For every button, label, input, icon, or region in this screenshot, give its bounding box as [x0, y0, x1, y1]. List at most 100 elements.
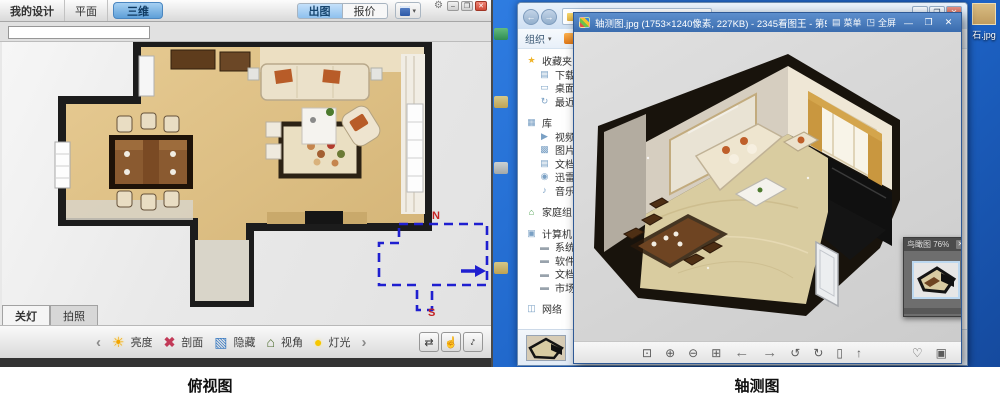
- desktop-icon[interactable]: [494, 162, 508, 174]
- desktop-icon[interactable]: [494, 262, 508, 274]
- tab-plan[interactable]: 平面: [65, 0, 108, 21]
- folder-icon: ▤: [539, 69, 550, 80]
- dining-chair: [141, 194, 156, 210]
- floorplan-viewport[interactable]: N S: [2, 42, 491, 325]
- section-tool[interactable]: ✖ 剖面: [164, 334, 204, 351]
- screenshot-icon[interactable]: ▣: [936, 346, 947, 360]
- fit-icon[interactable]: ⊡: [642, 346, 652, 360]
- quote-button[interactable]: 报价: [343, 3, 388, 19]
- designer-bottom-tabs: 关灯 拍照: [2, 305, 98, 325]
- red-x-icon: ✖: [164, 334, 176, 351]
- scroll-right-icon[interactable]: ›: [361, 334, 366, 351]
- gear-icon[interactable]: ⚙: [434, 0, 443, 11]
- search-input[interactable]: [8, 26, 150, 39]
- navigator-thumbnail-art: [914, 263, 958, 297]
- orbit-icon[interactable]: ⇄: [419, 332, 439, 352]
- minimize-button[interactable]: –: [447, 1, 459, 11]
- maximize-button[interactable]: ❐: [921, 17, 936, 28]
- scroll-left-icon[interactable]: ‹: [96, 334, 101, 351]
- navigator-thumbnail[interactable]: [912, 261, 960, 299]
- dining-chair: [117, 191, 132, 207]
- upload-icon[interactable]: ↑: [856, 346, 862, 360]
- designer-footer-strip: [0, 358, 491, 367]
- tab-lights-off[interactable]: 关灯: [2, 305, 50, 325]
- viewer-toolbar: ⊡ ⊕ ⊖ ⊞ ← → ↺ ↻ ▯ ↑ ♡ ▣: [574, 341, 961, 363]
- close-button[interactable]: ✕: [475, 1, 487, 11]
- viewer-canvas[interactable]: 鸟瞰图 76% ✕: [574, 32, 961, 341]
- drive-icon: ▬: [539, 242, 550, 252]
- tab-my-design[interactable]: 我的设计: [0, 0, 65, 21]
- floorplan-rendering: [5, 42, 489, 325]
- tab-snapshot[interactable]: 拍照: [50, 305, 98, 325]
- organize-menu[interactable]: 组织 ▾: [525, 31, 552, 46]
- document-icon: ▤: [539, 158, 550, 169]
- navigator-title: 鸟瞰图 76%: [907, 239, 953, 250]
- favorite-icon[interactable]: ♡: [912, 346, 923, 360]
- zoom-drag-icon[interactable]: ↕: [463, 332, 483, 352]
- compass-south-label: S: [428, 307, 435, 319]
- rotate-right-icon[interactable]: ↻: [813, 346, 823, 360]
- rotate-left-icon[interactable]: ↺: [790, 346, 800, 360]
- side-table: [371, 68, 382, 80]
- designer-subbar: [0, 22, 491, 42]
- file-thumbnail-art: [527, 336, 565, 360]
- designer-toolbar: ‹ ☀ 亮度 ✖ 剖面 ▧ 隐藏 ⌂ 视角 ● 灯光 ›: [0, 325, 491, 358]
- tab-3d[interactable]: 三维: [113, 2, 163, 19]
- forward-button[interactable]: →: [541, 9, 557, 25]
- brightness-tool[interactable]: ☀ 亮度: [112, 334, 153, 351]
- white-door: [139, 56, 154, 96]
- wall-mat: [171, 50, 215, 69]
- designer-actions: 出图 报价 ▾: [297, 2, 422, 19]
- navigator-footer: [904, 308, 961, 314]
- navigator-header[interactable]: 鸟瞰图 76% ✕: [904, 238, 961, 251]
- back-button[interactable]: ←: [523, 9, 539, 25]
- file-thumbnail: [526, 335, 566, 361]
- stone-image-desktop-icon[interactable]: [972, 3, 996, 25]
- view-angle-tool[interactable]: ⌂ 视角: [267, 334, 303, 350]
- viewer-titlebar[interactable]: 轴测图.jpg (1753×1240像素, 227KB) - 2345看图王 -…: [574, 13, 961, 32]
- thunder-icon: ◉: [539, 171, 550, 182]
- sun-icon: ☀: [112, 334, 125, 351]
- zoom-in-icon[interactable]: ⊕: [665, 346, 675, 360]
- side-table: [248, 68, 259, 80]
- export-button[interactable]: 出图: [297, 3, 343, 19]
- close-button[interactable]: ✕: [941, 17, 956, 28]
- actual-size-icon[interactable]: ⊞: [711, 346, 721, 360]
- menu-icon: ▤: [832, 17, 841, 28]
- restore-button[interactable]: ❐: [461, 1, 473, 11]
- network-icon: ◫: [526, 303, 537, 314]
- viewer-title: 轴测图.jpg (1753×1240像素, 227KB) - 2345看图王 -…: [595, 16, 827, 30]
- hide-tool[interactable]: ▧ 隐藏: [214, 334, 255, 351]
- zoom-out-icon[interactable]: ⊖: [688, 346, 698, 360]
- homegroup-icon: ⌂: [526, 207, 537, 217]
- next-image-icon[interactable]: →: [762, 344, 777, 361]
- fullscreen-button[interactable]: ◳ 全屏: [866, 16, 896, 29]
- pan-hand-icon[interactable]: ☝: [441, 332, 461, 352]
- chevron-down-icon: ▾: [413, 7, 417, 15]
- monitor-icon: ▭: [539, 82, 550, 93]
- lighting-tool[interactable]: ● 灯光: [314, 334, 350, 350]
- right-caption: 轴测图: [712, 375, 802, 396]
- designer-titlebar: 我的设计 平面 三维 出图 报价 ▾ ⚙ – ❐ ✕: [0, 0, 491, 22]
- tv: [305, 211, 343, 224]
- delete-icon[interactable]: ▯: [836, 346, 843, 360]
- video-icon: ▶: [539, 131, 550, 142]
- minimize-button[interactable]: —: [901, 18, 916, 28]
- viewport-controls: ⇄ ☝ ↕: [419, 332, 483, 352]
- cube-icon: ▧: [214, 334, 227, 351]
- close-icon[interactable]: ✕: [956, 240, 961, 249]
- library-icon: ▦: [526, 117, 537, 128]
- ottoman: [266, 144, 281, 159]
- desktop-icon[interactable]: [494, 28, 508, 40]
- save-icon: [400, 6, 410, 16]
- menu-button[interactable]: ▤ 菜单: [832, 16, 862, 29]
- prev-image-icon[interactable]: ←: [734, 344, 749, 361]
- recent-icon: ↻: [539, 96, 550, 107]
- designer-window: 我的设计 平面 三维 出图 报价 ▾ ⚙ – ❐ ✕: [0, 0, 493, 367]
- axonometric-room-image: [588, 38, 928, 338]
- house-icon: ⌂: [267, 334, 275, 350]
- bulb-icon: ●: [314, 334, 322, 350]
- star-icon: ★: [526, 55, 537, 66]
- save-button[interactable]: ▾: [395, 2, 422, 19]
- desktop-icon[interactable]: [494, 96, 508, 108]
